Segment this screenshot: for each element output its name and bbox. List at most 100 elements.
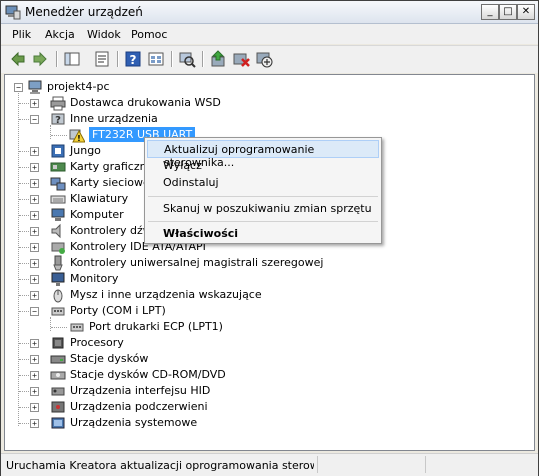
properties-icon[interactable] xyxy=(93,50,111,68)
tree-category-item[interactable]: + Monitory xyxy=(5,271,525,287)
expand-toggle[interactable]: + xyxy=(30,259,39,268)
update-driver-icon[interactable] xyxy=(209,50,227,68)
tree-category-item[interactable]: + Procesory xyxy=(5,335,525,351)
title-bar[interactable]: Menedżer urządzeń _ □ ✕ xyxy=(1,1,538,24)
tree-category-item[interactable]: + Kontrolery uniwersalnej magistrali szer… xyxy=(5,255,525,271)
tree-connector xyxy=(51,327,67,328)
menu-akcja[interactable]: Akcja xyxy=(45,28,75,41)
tree-root[interactable]: − projekt4-pc xyxy=(5,79,525,95)
expand-toggle[interactable]: + xyxy=(30,211,39,220)
tree-item-label: Procesory xyxy=(70,336,124,349)
menu-plik[interactable]: Plik xyxy=(12,28,31,41)
expand-toggle[interactable]: + xyxy=(30,243,39,252)
scan-hardware-icon[interactable] xyxy=(178,50,196,68)
context-menu: Aktualizuj oprogramowanie sterownika... … xyxy=(144,137,382,244)
menu-separator xyxy=(148,221,378,222)
menu-properties[interactable]: Właściwości xyxy=(147,225,379,243)
display-adapter-icon xyxy=(50,162,66,172)
tree-item-label: Urządzenia systemowe xyxy=(70,416,198,429)
menu-scan-hardware[interactable]: Skanuj w poszukiwaniu zmian sprzętu xyxy=(147,200,379,218)
computer-icon xyxy=(51,208,65,221)
tree-child-item[interactable]: Port drukarki ECP (LPT1) xyxy=(5,319,525,335)
tree-item-label: Porty (COM i LPT) xyxy=(70,304,166,317)
menu-uninstall-label: Odinstaluj xyxy=(163,176,219,189)
menu-update-driver[interactable]: Aktualizuj oprogramowanie sterownika... xyxy=(147,140,379,169)
toolbar: ? xyxy=(1,45,538,73)
monitor-icon xyxy=(51,272,65,286)
tree-item-label: Kontrolery dźwi xyxy=(70,224,155,237)
menu-uninstall[interactable]: Odinstaluj xyxy=(147,174,379,192)
menu-pomoc[interactable]: Pomoc xyxy=(131,28,167,41)
menu-disable-label: Wyłącz xyxy=(163,159,202,172)
menu-disable[interactable]: Wyłącz xyxy=(147,157,379,175)
forward-icon[interactable] xyxy=(31,50,49,68)
warning-device-icon: ! xyxy=(69,129,85,143)
tree-category-item[interactable]: + Stacje dysków xyxy=(5,351,525,367)
tree-item-label: Komputer xyxy=(70,208,124,221)
tree-category-item[interactable]: − Porty (COM i LPT) xyxy=(5,303,525,319)
menu-bar: Plik Akcja Widok Pomoc xyxy=(1,24,538,44)
toolbar-separator xyxy=(117,51,119,67)
tree-category-item[interactable]: + Urządzenia systemowe xyxy=(5,415,525,431)
expand-toggle[interactable]: + xyxy=(30,163,39,172)
expand-toggle[interactable]: + xyxy=(30,371,39,380)
close-button[interactable]: ✕ xyxy=(517,4,535,20)
system-device-icon xyxy=(51,417,65,429)
console-icon[interactable] xyxy=(147,50,165,68)
expand-toggle[interactable]: + xyxy=(30,419,39,428)
ide-controller-icon xyxy=(51,242,65,254)
tree-category-item[interactable]: + Dostawca drukowania WSD xyxy=(5,95,525,111)
show-hide-tree-icon[interactable] xyxy=(63,50,81,68)
port-icon xyxy=(70,323,84,332)
help-icon[interactable]: ? xyxy=(124,50,142,68)
hid-icon xyxy=(51,387,65,396)
back-icon[interactable] xyxy=(9,50,27,68)
menu-separator xyxy=(148,196,378,197)
svg-text:?: ? xyxy=(130,53,137,67)
device-manager-icon xyxy=(5,5,21,20)
menu-widok[interactable]: Widok xyxy=(87,28,121,41)
collapse-toggle[interactable]: − xyxy=(30,115,39,124)
usb-icon xyxy=(53,255,63,271)
expand-toggle[interactable]: + xyxy=(30,339,39,348)
tree-category-item[interactable]: + Urządzenia podczerwieni xyxy=(5,399,525,415)
collapse-toggle[interactable]: − xyxy=(30,307,39,316)
expand-toggle[interactable]: + xyxy=(30,147,39,156)
expand-toggle[interactable]: + xyxy=(30,227,39,236)
tree-category-item[interactable]: + Mysz i inne urządzenia wskazujące xyxy=(5,287,525,303)
disable-icon[interactable] xyxy=(255,50,273,68)
expand-toggle[interactable]: + xyxy=(30,291,39,300)
infrared-icon xyxy=(51,401,65,413)
expand-toggle[interactable]: + xyxy=(30,403,39,412)
printer-icon xyxy=(50,96,66,111)
tree-item-label: Urządzenia interfejsu HID xyxy=(70,384,211,397)
disk-drive-icon xyxy=(50,355,66,364)
unknown-device-icon: ? xyxy=(51,113,65,126)
tree-item-label: Stacje dysków CD-ROM/DVD xyxy=(70,368,226,381)
expand-toggle[interactable]: + xyxy=(30,275,39,284)
tree-category-item[interactable]: + Urządzenia interfejsu HID xyxy=(5,383,525,399)
minimize-button[interactable]: _ xyxy=(481,4,499,20)
maximize-button[interactable]: □ xyxy=(499,4,517,20)
expand-toggle[interactable]: + xyxy=(30,387,39,396)
tree-category-item[interactable]: + Stacje dysków CD-ROM/DVD xyxy=(5,367,525,383)
collapse-toggle[interactable]: − xyxy=(14,83,23,92)
expand-toggle[interactable]: + xyxy=(30,195,39,204)
menu-properties-label: Właściwości xyxy=(163,227,239,240)
expand-toggle[interactable]: + xyxy=(30,179,39,188)
cdrom-icon xyxy=(50,371,66,380)
uninstall-icon[interactable] xyxy=(232,50,250,68)
tree-item-label: Inne urządzenia xyxy=(70,112,158,125)
window-title: Menedżer urządzeń xyxy=(25,5,143,19)
menu-scan-hardware-label: Skanuj w poszukiwaniu zmian sprzętu xyxy=(163,202,372,215)
tree-item-label: Mysz i inne urządzenia wskazujące xyxy=(70,288,262,301)
toolbar-separator xyxy=(56,51,58,67)
tree-item-label: Urządzenia podczerwieni xyxy=(70,400,208,413)
expand-toggle[interactable]: + xyxy=(30,355,39,364)
tree-category-item[interactable]: −? Inne urządzenia xyxy=(5,111,525,127)
tree-item-label: Dostawca drukowania WSD xyxy=(70,96,221,109)
device-tree[interactable]: − projekt4-pc + Dostawca drukowania WSD −?… xyxy=(4,74,535,451)
status-bar: Uruchamia Kreatora aktualizacji oprogram… xyxy=(1,453,538,476)
expand-toggle[interactable]: + xyxy=(30,99,39,108)
tree-item-label: Kontrolery uniwersalnej magistrali szere… xyxy=(70,256,324,269)
